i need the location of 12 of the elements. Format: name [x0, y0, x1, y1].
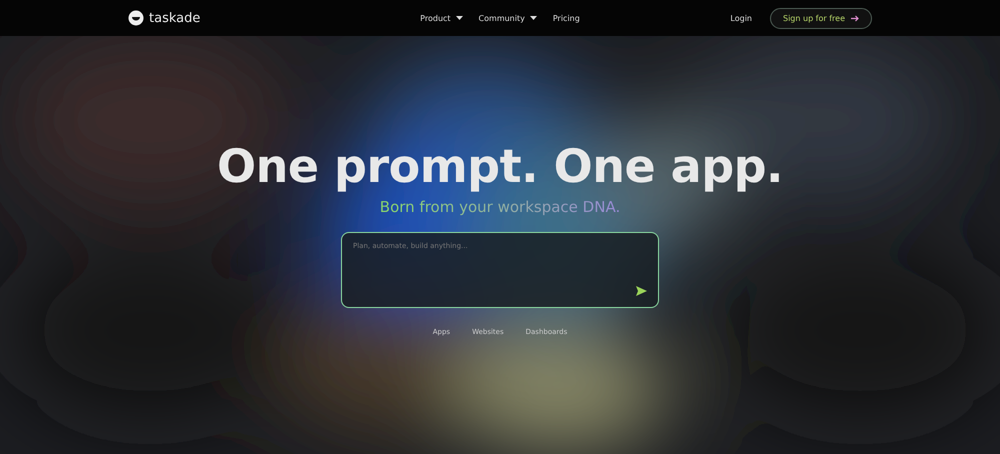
caret-icon [456, 16, 463, 20]
nav-link[interactable]: Pricing [552, 14, 580, 22]
login-link[interactable]: Login [730, 14, 752, 22]
send-icon[interactable] [636, 286, 647, 296]
caret-icon [530, 16, 537, 20]
nav-link[interactable]: Product [420, 14, 463, 22]
signup-button[interactable]: Sign up for free [770, 8, 872, 28]
hero-title: One prompt. One app. [216, 138, 784, 195]
arrow-icon [851, 14, 859, 22]
nav-link[interactable]: Community [478, 14, 537, 22]
logo-icon [128, 10, 144, 26]
logo-text[interactable]: taskade [149, 10, 200, 26]
